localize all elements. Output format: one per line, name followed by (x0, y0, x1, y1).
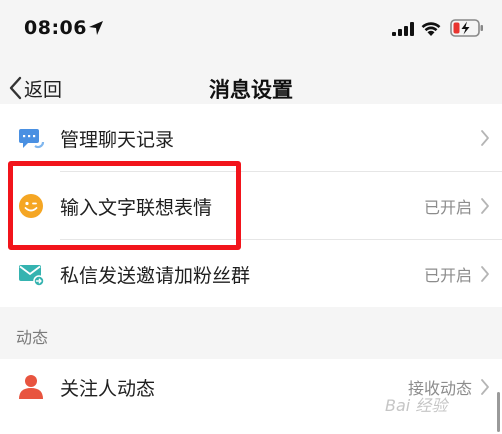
settings-row-emoji-suggestion[interactable]: 输入文字联想表情 已开启 (0, 172, 502, 240)
settings-row-chat-records[interactable]: 管理聊天记录 (0, 104, 502, 172)
settings-row-label: 输入文字联想表情 (60, 196, 213, 219)
section-label: 动态 (16, 328, 49, 347)
chevron-right-icon (481, 198, 489, 214)
scroll-indicator[interactable] (497, 392, 500, 432)
chat-records-icon (17, 124, 45, 152)
person-icon (17, 373, 45, 401)
settings-row-label: 关注人动态 (60, 377, 156, 400)
location-arrow-icon (89, 21, 103, 35)
settings-row-value: 已开启 (423, 198, 472, 217)
settings-row-fan-group-invite[interactable]: 私信发送邀请加粉丝群 已开启 (0, 240, 502, 308)
status-time: 08:06 (24, 17, 87, 39)
page-title: 消息设置 (209, 78, 293, 102)
section-header-dynamics: 动态 (0, 307, 502, 359)
watermark-text: Bai 经验 (385, 396, 448, 415)
settings-row-value: 已开启 (423, 266, 472, 285)
mail-send-icon (17, 260, 45, 288)
settings-row-label: 管理聊天记录 (60, 128, 175, 151)
chevron-right-icon (481, 379, 489, 395)
chevron-right-icon (481, 130, 489, 146)
battery-charging-icon (450, 19, 483, 37)
smiley-face-icon (17, 192, 45, 220)
message-settings-screen: 08:06 返回 消息设置 管理聊天记录 输入文字联想表情 已开启 私信发送邀请… (0, 0, 502, 434)
cellular-signal-icon (392, 22, 414, 36)
status-bar: 08:06 (0, 0, 502, 56)
settings-group: 管理聊天记录 输入文字联想表情 已开启 私信发送邀请加粉丝群 已开启 (0, 104, 502, 307)
settings-row-label: 私信发送邀请加粉丝群 (60, 264, 251, 287)
wifi-icon (421, 22, 441, 36)
chevron-right-icon (481, 266, 489, 282)
